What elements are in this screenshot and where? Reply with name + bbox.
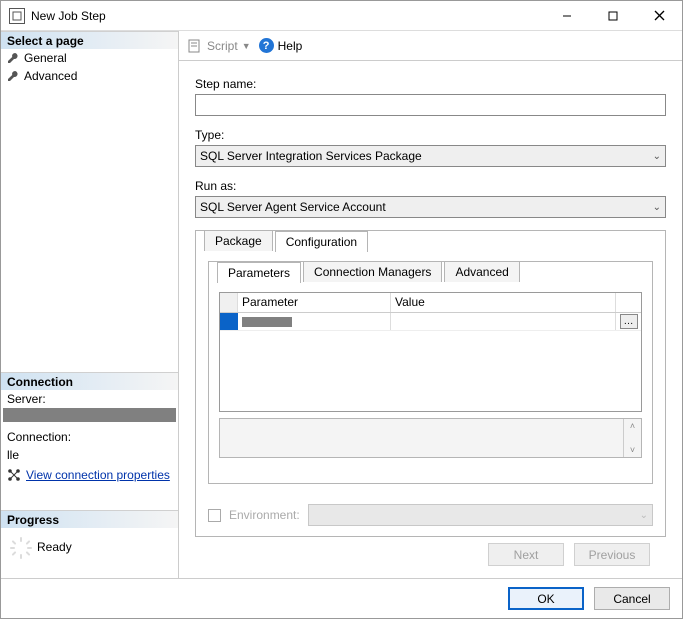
minimize-button[interactable] xyxy=(544,1,590,31)
help-label: Help xyxy=(278,39,303,53)
preview-scrollbar[interactable]: ˄ ˅ xyxy=(623,419,641,457)
wrench-icon xyxy=(7,70,19,82)
type-combo[interactable]: SQL Server Integration Services Package … xyxy=(195,145,666,167)
inner-tabstrip: Parameters Connection Managers Advanced xyxy=(217,261,522,282)
tab-package[interactable]: Package xyxy=(204,230,273,251)
preview-box: ˄ ˅ xyxy=(219,418,642,458)
connection-value: lle xyxy=(1,446,178,464)
page-item-general[interactable]: General xyxy=(1,49,178,67)
view-connection-link[interactable]: View connection properties xyxy=(26,468,170,482)
scroll-down-icon: ˅ xyxy=(630,445,635,455)
tab-parameters[interactable]: Parameters xyxy=(217,262,301,283)
minimize-icon xyxy=(562,11,572,21)
dialog-window: New Job Step Select a page General Advan… xyxy=(0,0,683,619)
script-dropdown[interactable]: Script ▼ xyxy=(187,38,251,54)
wrench-icon xyxy=(7,52,19,64)
environment-row: Environment: ⌄ xyxy=(208,504,653,526)
run-as-label: Run as: xyxy=(195,179,666,193)
scroll-up-icon: ˄ xyxy=(630,421,635,431)
page-label: Advanced xyxy=(24,69,77,83)
step-name-label: Step name: xyxy=(195,77,666,91)
type-value: SQL Server Integration Services Package xyxy=(200,149,422,163)
cell-actions: … xyxy=(616,313,641,330)
tab-label: Connection Managers xyxy=(314,265,431,279)
tab-configuration[interactable]: Configuration xyxy=(275,231,368,252)
ellipsis-button[interactable]: … xyxy=(620,314,638,329)
close-button[interactable] xyxy=(636,1,682,31)
grid-header-tail xyxy=(616,293,641,312)
maximize-button[interactable] xyxy=(590,1,636,31)
button-label: OK xyxy=(537,592,554,606)
server-label: Server: xyxy=(1,390,178,408)
maximize-icon xyxy=(608,11,618,21)
server-value-redacted xyxy=(3,408,176,422)
grid-header: Parameter Value xyxy=(220,293,641,313)
button-label: Next xyxy=(514,548,539,562)
tab-advanced-inner[interactable]: Advanced xyxy=(444,261,519,282)
col-value[interactable]: Value xyxy=(391,293,616,312)
help-icon: ? xyxy=(259,38,274,53)
dialog-footer: OK Cancel xyxy=(1,578,682,618)
row-selector[interactable] xyxy=(220,313,238,330)
ssis-tabs: Package Configuration Parameters Connect… xyxy=(195,230,666,537)
tab-label: Parameters xyxy=(228,266,290,280)
next-button[interactable]: Next xyxy=(488,543,564,566)
environment-combo: ⌄ xyxy=(308,504,653,526)
progress-row: Ready xyxy=(1,528,178,560)
step-name-input[interactable] xyxy=(195,94,666,116)
connection-label: Connection: xyxy=(1,428,178,446)
type-label: Type: xyxy=(195,128,666,142)
sidebar: Select a page General Advanced Connectio… xyxy=(1,31,179,578)
cancel-button[interactable]: Cancel xyxy=(594,587,670,610)
col-parameter[interactable]: Parameter xyxy=(238,293,391,312)
network-icon xyxy=(7,468,21,482)
button-label: Previous xyxy=(589,548,636,562)
run-as-combo[interactable]: SQL Server Agent Service Account ⌄ xyxy=(195,196,666,218)
cell-parameter[interactable] xyxy=(238,313,391,330)
dialog-body: Select a page General Advanced Connectio… xyxy=(1,31,682,578)
environment-label: Environment: xyxy=(229,508,300,522)
page-label: General xyxy=(24,51,67,65)
script-label: Script xyxy=(207,39,238,53)
page-item-advanced[interactable]: Advanced xyxy=(1,67,178,85)
window-title: New Job Step xyxy=(31,9,544,23)
grid-row[interactable]: … xyxy=(220,313,641,331)
parameters-grid: Parameter Value xyxy=(219,292,642,412)
chevron-down-icon: ⌄ xyxy=(653,151,661,162)
step-nav-buttons: Next Previous xyxy=(195,537,666,570)
tab-label: Advanced xyxy=(455,265,508,279)
outer-tabstrip: Package Configuration xyxy=(204,230,370,251)
environment-checkbox[interactable] xyxy=(208,509,221,522)
tab-connection-managers[interactable]: Connection Managers xyxy=(303,261,442,282)
ok-button[interactable]: OK xyxy=(508,587,584,610)
button-label: Cancel xyxy=(613,592,650,606)
parameter-name-redacted xyxy=(242,317,292,327)
progress-header: Progress xyxy=(1,510,178,528)
connection-header: Connection xyxy=(1,372,178,390)
toolbar: Script ▼ ? Help xyxy=(179,31,682,61)
view-connection-row: View connection properties xyxy=(1,464,178,486)
select-page-header: Select a page xyxy=(1,31,178,49)
previous-button[interactable]: Previous xyxy=(574,543,650,566)
progress-status: Ready xyxy=(37,540,72,554)
script-icon xyxy=(187,38,203,54)
titlebar: New Job Step xyxy=(1,1,682,31)
chevron-down-icon: ⌄ xyxy=(653,202,661,213)
tab-label: Configuration xyxy=(286,235,357,249)
preview-text xyxy=(220,419,623,457)
window-buttons xyxy=(544,1,682,31)
form-area: Step name: Type: SQL Server Integration … xyxy=(179,61,682,578)
chevron-down-icon: ▼ xyxy=(242,41,251,51)
chevron-down-icon: ⌄ xyxy=(640,510,648,521)
run-as-value: SQL Server Agent Service Account xyxy=(200,200,386,214)
window-icon xyxy=(9,8,25,24)
help-button[interactable]: ? Help xyxy=(259,38,303,53)
close-icon xyxy=(654,10,665,21)
tab-label: Package xyxy=(215,234,262,248)
main-panel: Script ▼ ? Help Step name: Type: SQL Ser… xyxy=(179,31,682,578)
cell-value[interactable] xyxy=(391,313,616,330)
spinner-icon xyxy=(9,536,33,560)
grid-header-corner xyxy=(220,293,238,312)
config-inner-panel: Parameters Connection Managers Advanced … xyxy=(208,261,653,484)
